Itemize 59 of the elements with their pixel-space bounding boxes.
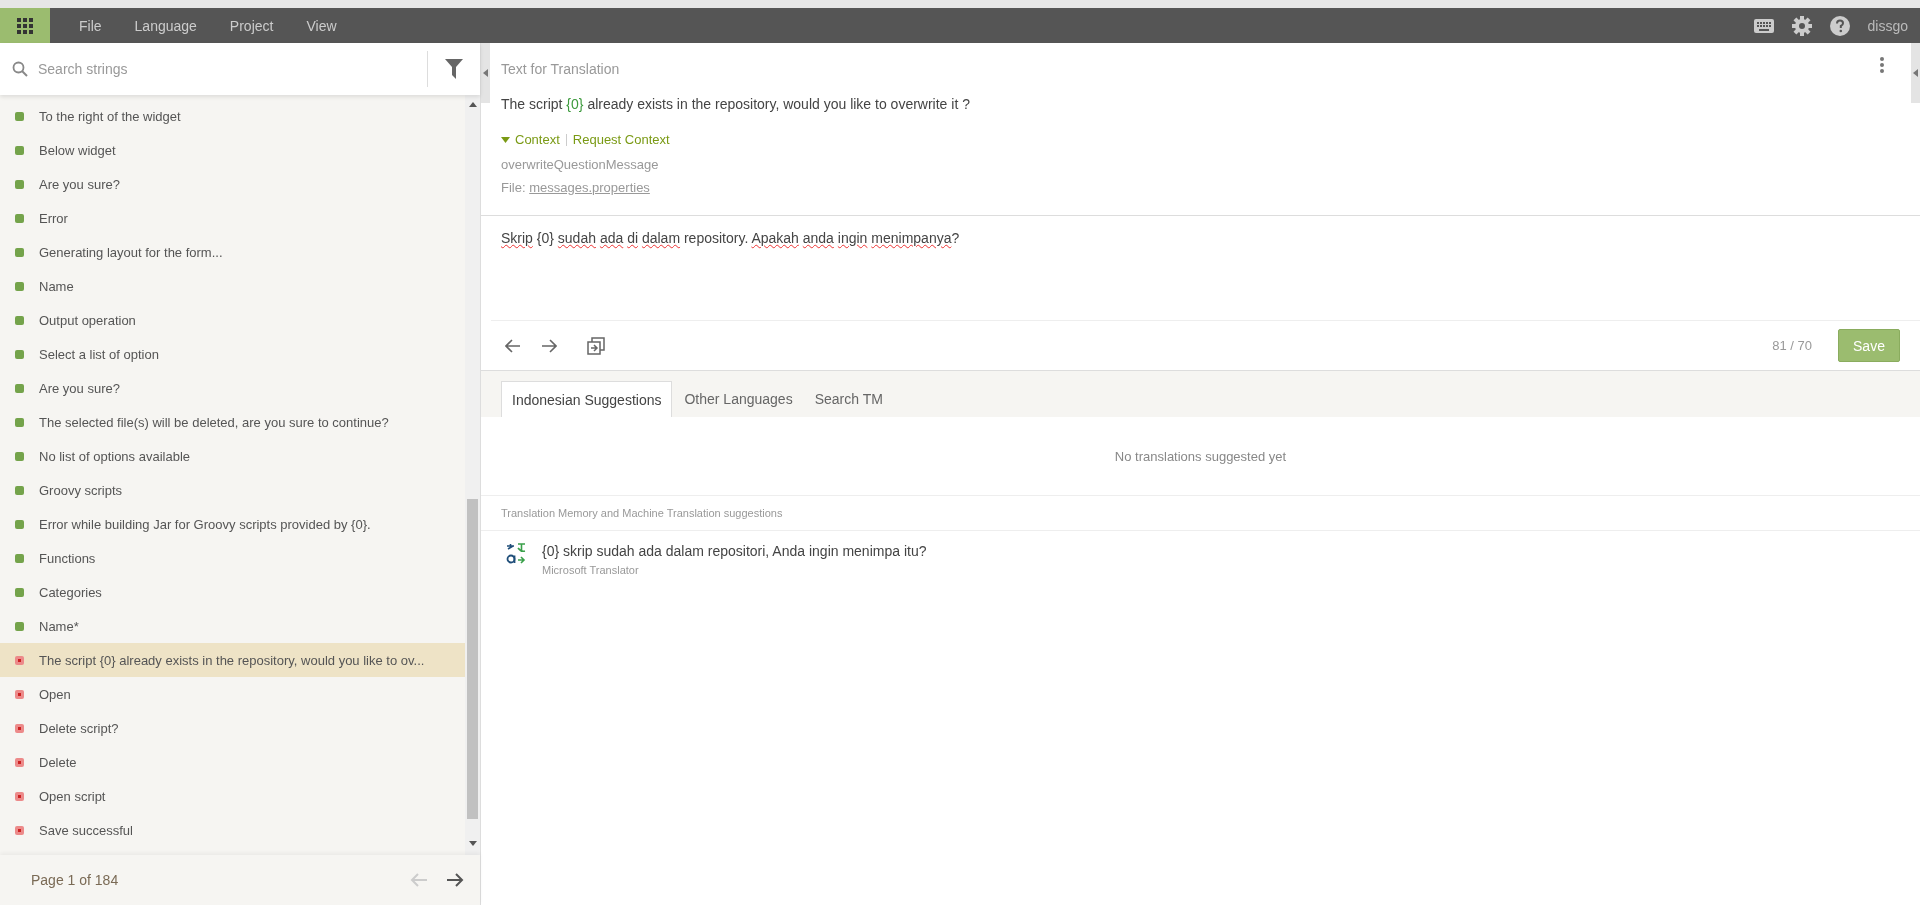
keyboard-icon[interactable]: [1753, 18, 1774, 33]
suggestion-text[interactable]: {0} skrip sudah ada dalam repositori, Anda ingin menimpa itu?: [542, 543, 927, 559]
string-list-item[interactable]: Below widget: [0, 133, 465, 167]
menu-item[interactable]: Project: [225, 17, 278, 34]
translate-icon: [506, 543, 526, 565]
more-options-icon[interactable]: [1880, 57, 1884, 73]
help-icon[interactable]: [1829, 15, 1850, 36]
string-list-item[interactable]: Delete: [0, 745, 465, 779]
suggestion-tab[interactable]: Indonesian Suggestions: [501, 381, 673, 417]
grid-icon[interactable]: [17, 17, 33, 34]
scroll-down-icon[interactable]: [468, 841, 477, 847]
scrollbar[interactable]: [465, 95, 480, 855]
empty-message: No translations suggested yet: [1114, 448, 1287, 464]
suggestion-tab[interactable]: Search TM: [804, 381, 893, 417]
string-list-item[interactable]: Output operation: [0, 303, 465, 337]
string-list-item[interactable]: Open script: [0, 779, 465, 813]
collapse-left-handle[interactable]: [481, 43, 490, 103]
search-field[interactable]: Search strings: [0, 43, 427, 95]
string-list-item[interactable]: Functions: [0, 541, 465, 575]
suggestion-source: Microsoft Translator: [542, 564, 640, 576]
string-list-item[interactable]: Name*: [0, 609, 465, 643]
source-text: The script {0} already exists in the repository, would you like to overwrite it ?: [501, 96, 971, 112]
string-list-item[interactable]: No list of options available: [0, 439, 465, 473]
user-name[interactable]: dissgo: [1867, 17, 1908, 34]
caret-icon: [501, 136, 510, 143]
suggestion-tab[interactable]: Other Languages: [674, 381, 803, 417]
character-count: 81 / 70: [1772, 338, 1812, 353]
string-list-item[interactable]: To the right of the widget: [0, 99, 465, 133]
string-list-item[interactable]: Select a list of option: [0, 337, 465, 371]
string-key: overwriteQuestionMessage: [501, 157, 1900, 172]
string-list-item[interactable]: Save successful: [0, 813, 465, 847]
section-heading: Translation Memory and Machine Translation suggestions: [501, 507, 783, 519]
translation-field[interactable]: Skrip {0} sudah ada di dalam repository. Apakah anda ingin menimpanya?: [491, 216, 1920, 321]
string-list-item[interactable]: Delete script?: [0, 711, 465, 745]
filter-icon[interactable]: [445, 59, 463, 79]
panel-heading: Text for Translation: [501, 61, 620, 77]
string-list-item[interactable]: Error: [0, 201, 465, 235]
settings-icon[interactable]: [1791, 15, 1812, 36]
string-list-item[interactable]: Are you sure?: [0, 371, 465, 405]
collapse-right-handle[interactable]: [1911, 43, 1920, 103]
string-list-item[interactable]: The selected file(s) will be deleted, are you sure to continue?: [0, 405, 465, 439]
left-arrow-icon: [410, 872, 428, 888]
string-list-item[interactable]: Are you sure?: [0, 167, 465, 201]
menu-item[interactable]: Language: [130, 17, 201, 34]
search-icon: [12, 61, 28, 77]
menu-item[interactable]: File: [75, 17, 106, 34]
string-list-item[interactable]: Groovy scripts: [0, 473, 465, 507]
menu-item[interactable]: View: [302, 17, 341, 34]
apps-grid-button[interactable]: [0, 8, 50, 43]
string-list-item[interactable]: Error while building Jar for Groovy scripts provided by {0}.: [0, 507, 465, 541]
scroll-up-icon[interactable]: [468, 101, 477, 107]
file-label: File:: [501, 180, 526, 195]
string-list-item[interactable]: Categories: [0, 575, 465, 609]
page-indicator: Page 1 of 184: [31, 872, 119, 888]
string-list-item[interactable]: Generating layout for the form...: [0, 235, 465, 269]
right-arrow-icon: [446, 872, 464, 888]
string-list-item[interactable]: The script {0} already exists in the repository, would you like to ov...: [0, 643, 465, 677]
string-list-item[interactable]: Open: [0, 677, 465, 711]
string-list-item[interactable]: Name: [0, 269, 465, 303]
